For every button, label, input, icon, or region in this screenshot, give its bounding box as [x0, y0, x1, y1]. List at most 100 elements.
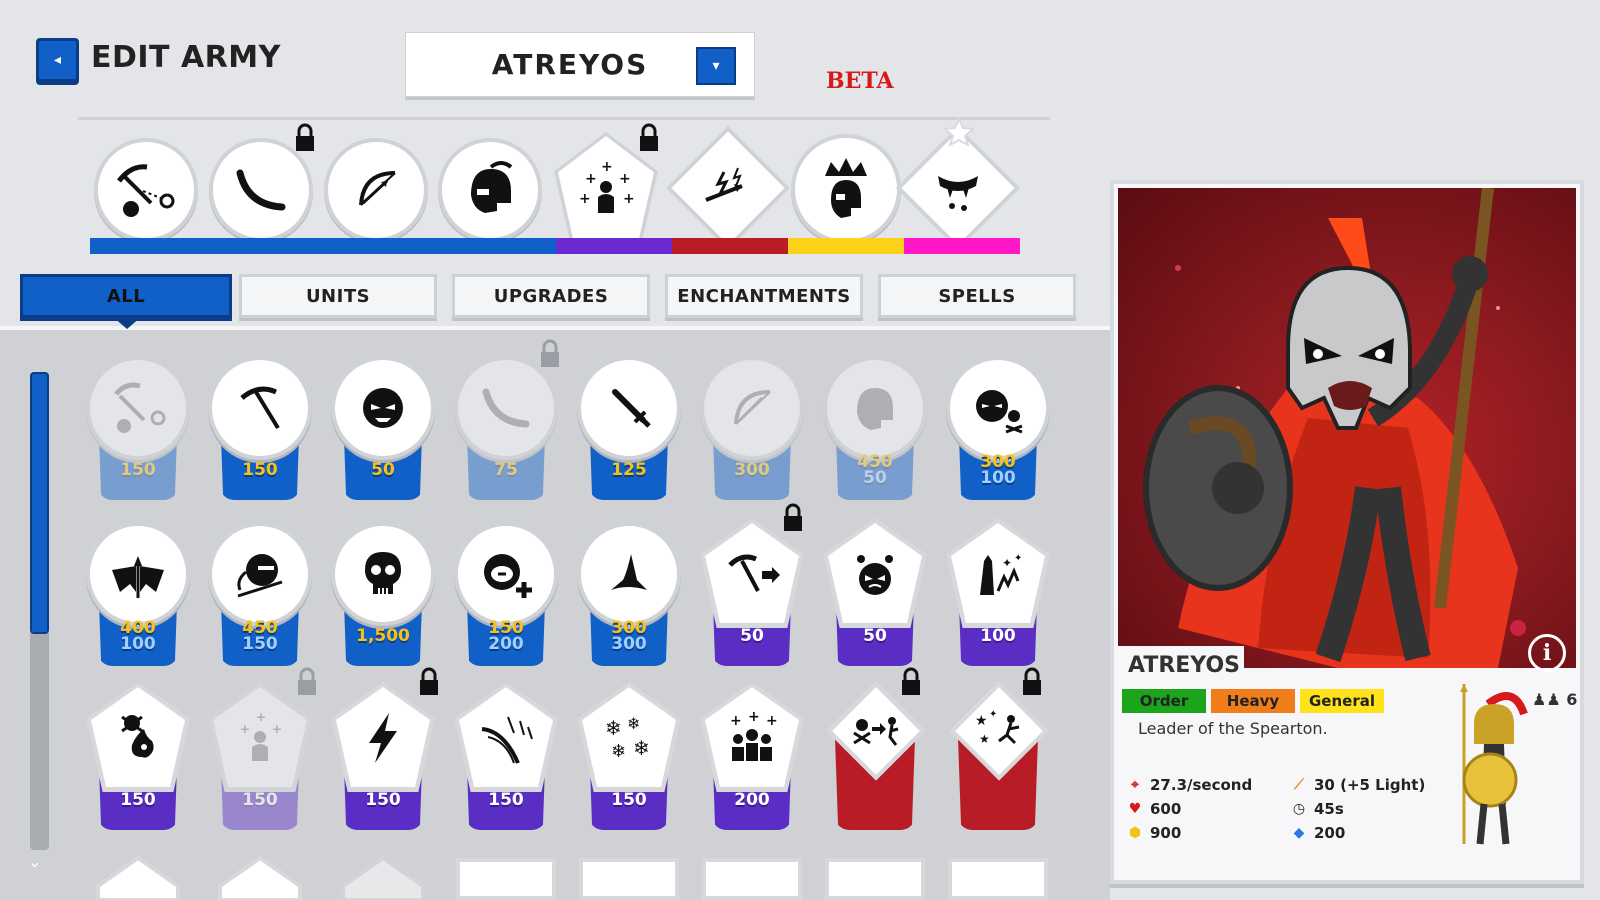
pick-sickle[interactable]	[209, 138, 313, 242]
stat-gold: ⬢ 900	[1126, 824, 1181, 842]
card-skull-dash[interactable]	[823, 681, 927, 838]
card-hooded-plus[interactable]: 150 200	[454, 522, 558, 674]
stat-mana: ◆ 200	[1290, 824, 1346, 842]
chevron-down-icon[interactable]: ⌄	[28, 852, 41, 871]
partial-card	[218, 856, 302, 900]
card-poison-skull[interactable]: 150	[86, 682, 190, 838]
pick-miner[interactable]	[94, 138, 198, 242]
mana-crystal-icon: ◆	[1293, 825, 1305, 841]
card-army-plus[interactable]: + + + 200	[700, 682, 804, 838]
blue-segment	[90, 238, 556, 254]
card-lightning[interactable]: 150	[331, 682, 435, 838]
tab-all[interactable]: ALL	[20, 274, 232, 318]
tower-sparks-icon: ✦ ✦	[980, 553, 1022, 595]
lightning-icon	[369, 713, 397, 763]
crosshair-icon: ⌖	[1131, 777, 1139, 793]
tab-enchantments[interactable]: ENCHANTMENTS	[665, 274, 863, 318]
svg-text:+: +	[256, 710, 266, 724]
card-sickle[interactable]: 75	[454, 356, 558, 508]
card-spearton-summon[interactable]: + + + 150	[208, 682, 312, 838]
helmet-icon	[857, 388, 893, 430]
card-sword[interactable]: 125	[577, 356, 681, 508]
scrollbar-thumb[interactable]	[30, 372, 49, 634]
card-bat-wings[interactable]: 400 100	[86, 522, 190, 674]
active-tab-caret	[113, 317, 141, 329]
army-plus-icon: + + +	[730, 709, 778, 761]
divider	[78, 117, 1050, 120]
stat-attack-speed: ⌖ 27.3/second	[1126, 776, 1252, 794]
svg-text:+: +	[601, 159, 613, 175]
svg-text:✦: ✦	[989, 709, 997, 720]
atreyos-portrait-art	[1143, 188, 1526, 668]
pick-lightning-arrow[interactable]	[665, 125, 791, 251]
bat-wings-icon	[112, 556, 164, 598]
ninja-icon	[237, 554, 283, 598]
back-button[interactable]: ◂	[36, 38, 79, 82]
cost-label: 300	[734, 460, 770, 480]
info-icon[interactable]: i	[1528, 634, 1566, 672]
unit-description: Leader of the Spearton.	[1138, 719, 1328, 738]
cost-label: 125	[611, 460, 647, 480]
army-selector[interactable]: ATREYOS ▾	[405, 32, 755, 97]
cost-label: 300 100	[980, 452, 1016, 488]
bow-icon	[359, 171, 396, 206]
yellow-segment	[788, 238, 904, 254]
stat-time: ◷ 45s	[1290, 800, 1344, 818]
pick-archer[interactable]	[324, 138, 428, 242]
faction-color-bar	[90, 238, 1020, 254]
hooded-plus-icon	[484, 554, 532, 598]
card-rage-face[interactable]: 50	[823, 518, 927, 674]
card-ninja[interactable]: 450 150	[208, 522, 312, 674]
svg-text:❄: ❄	[605, 716, 622, 740]
star-runner-icon: ★ ✦★	[975, 709, 1020, 746]
card-wizard-hat[interactable]: 300 300	[577, 522, 681, 674]
card-arrow-rain[interactable]: 150	[454, 682, 558, 838]
card-pickaxe-dash[interactable]: 50	[700, 518, 804, 674]
svg-text:+: +	[730, 713, 742, 729]
pick-spearton[interactable]	[438, 138, 542, 242]
atreyos-mini-figure	[1460, 684, 1528, 845]
card-spearton[interactable]: 450 50	[823, 356, 927, 508]
lock-icon	[784, 503, 802, 531]
army-dropdown-button[interactable]: ▾	[696, 47, 736, 85]
svg-text:✦: ✦	[1014, 553, 1022, 564]
sickle-icon	[236, 169, 286, 211]
spearton-summon-icon: + + +	[240, 710, 282, 761]
skull-icon	[365, 552, 401, 594]
card-pickaxe[interactable]: 150	[208, 356, 312, 508]
snowflakes-icon: ❄ ❄❄ ❄	[605, 714, 650, 762]
pickaxe-dash-icon	[728, 554, 780, 592]
lock-icon	[541, 339, 559, 367]
crowned-helmet-icon	[825, 158, 867, 218]
svg-text:★: ★	[975, 713, 988, 729]
heart-icon: ♥	[1128, 801, 1142, 817]
svg-text:+: +	[748, 709, 760, 725]
cost-label: 150 200	[488, 618, 524, 654]
tag-heavy: Heavy	[1211, 689, 1295, 713]
svg-text:+: +	[766, 713, 778, 729]
cost-label: 150	[120, 460, 156, 480]
card-angry-face[interactable]: 50	[331, 356, 435, 508]
tab-upgrades[interactable]: UPGRADES	[452, 274, 650, 318]
beta-label: BETA	[826, 68, 894, 94]
lock-icon	[296, 123, 314, 151]
poison-skull-icon	[121, 715, 154, 758]
miner-icon	[117, 164, 175, 217]
gold-icon: ⬢	[1128, 825, 1142, 841]
card-snowflakes[interactable]: ❄ ❄ ❄ ❄ 150	[577, 682, 681, 838]
card-skull-crossbones-face[interactable]: 300 100	[946, 356, 1050, 508]
cost-label: 150	[120, 790, 156, 810]
card-skull[interactable]: 1,500	[331, 522, 435, 674]
tab-spells[interactable]: SPELLS	[878, 274, 1076, 318]
pick-general[interactable]	[791, 134, 901, 244]
lock-icon	[420, 667, 438, 695]
svg-text:❄: ❄	[611, 741, 626, 762]
cost-label: 50	[371, 460, 395, 480]
tab-units[interactable]: UNITS	[239, 274, 437, 318]
card-archer[interactable]: 300	[700, 356, 804, 508]
cost-label: 400 100	[120, 618, 156, 654]
svg-text:+: +	[619, 171, 631, 187]
card-tower-sparks[interactable]: ✦ ✦ 100	[946, 518, 1050, 674]
card-star-runner[interactable]: ★ ✦ ★	[946, 681, 1050, 838]
card-miner-cart[interactable]: 150	[86, 356, 190, 508]
